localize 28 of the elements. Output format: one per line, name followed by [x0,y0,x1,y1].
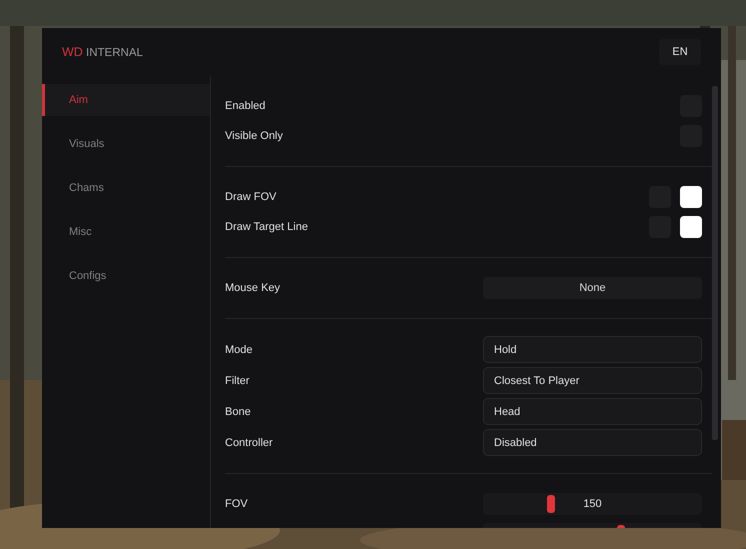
dropdown[interactable]: Closest To Player [483,367,702,394]
slider-thumb[interactable] [546,495,555,513]
setting-label: Controller [225,436,274,448]
color-swatch[interactable] [680,186,702,208]
setting-label: Mode [225,344,254,356]
sidebar-item[interactable]: Aim [42,84,210,116]
sidebar-item[interactable]: Chams [42,172,210,204]
setting-label: Draw Target Line [225,221,309,233]
app-logo: WD INTERNAL [62,45,143,59]
color-swatch[interactable] [680,216,702,238]
sidebar-item[interactable]: Visuals [42,128,210,160]
setting-label: Enabled [225,100,266,112]
setting-label: FOV [225,498,249,510]
dropdown[interactable]: Hold [483,336,702,363]
keybind-button[interactable]: None [483,277,702,299]
setting-label: Draw FOV [225,191,278,203]
setting-label: Filter [225,374,250,386]
dropdown[interactable]: Head [483,398,702,425]
scrollbar[interactable] [712,86,718,440]
slider-value: 150 [583,498,602,510]
dropdown[interactable]: Disabled [483,429,702,456]
setting-label: Bone [225,406,252,418]
setting-label: Mouse Key [225,282,282,294]
sidebar-item[interactable]: Configs [42,260,210,292]
language-button[interactable]: EN [659,39,701,65]
slider[interactable]: 150 [483,493,702,515]
sidebar-item[interactable]: Misc [42,216,210,248]
setting-label: Visible Only [225,130,284,142]
